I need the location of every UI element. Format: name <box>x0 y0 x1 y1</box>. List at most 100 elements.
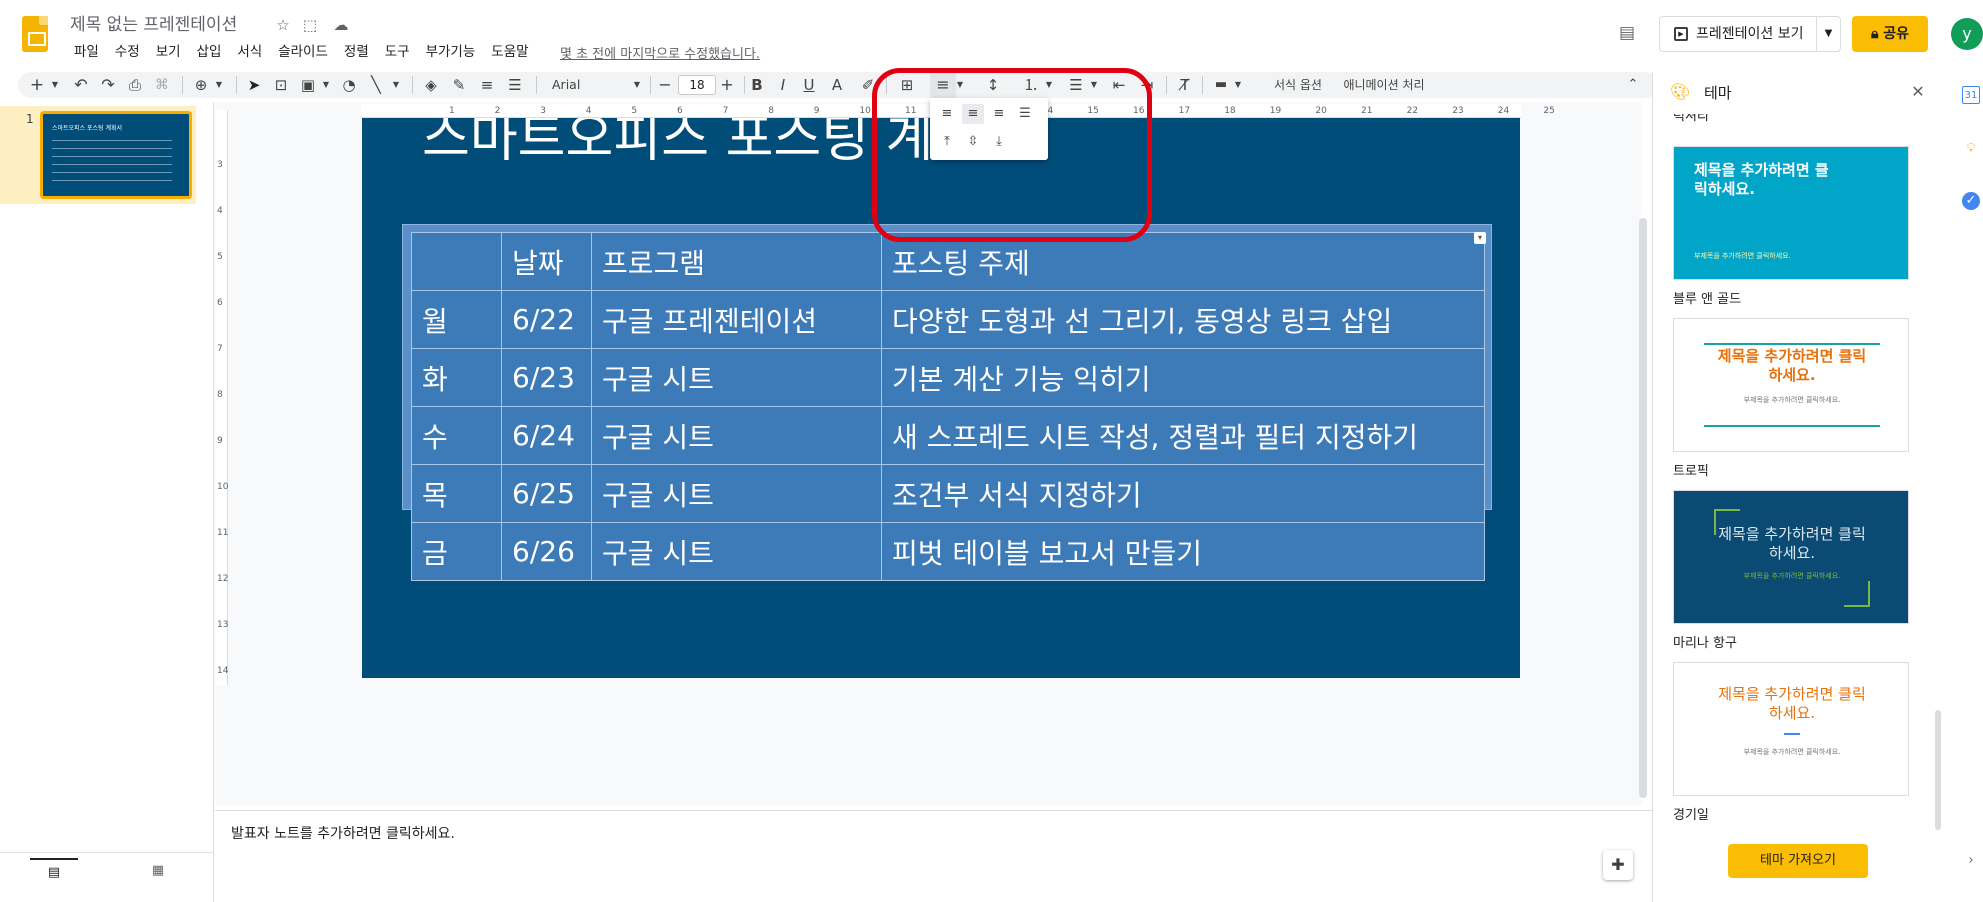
last-edit-link[interactable]: 몇 초 전에 마지막으로 수정했습니다. <box>560 43 760 62</box>
paint-format-icon[interactable]: ⌘ <box>151 72 173 98</box>
font-size-decrease-icon[interactable]: − <box>654 72 676 98</box>
table-cell[interactable]: 기본 계산 기능 익히기 <box>881 348 1485 407</box>
menu-help[interactable]: 도움말 <box>483 41 536 63</box>
table-cell[interactable]: 6/25 <box>501 464 592 523</box>
italic-icon[interactable]: I <box>772 72 794 98</box>
menu-tools[interactable]: 도구 <box>377 41 418 63</box>
table-cell[interactable]: 구글 시트 <box>591 406 882 465</box>
slides-logo-icon[interactable] <box>22 16 48 52</box>
star-icon[interactable]: ☆ <box>272 14 294 36</box>
document-title[interactable]: 제목 없는 프레젠테이션 <box>70 10 237 35</box>
table-cell[interactable] <box>411 232 502 291</box>
comment-history-icon[interactable]: ▤ <box>1614 20 1640 46</box>
table-cell[interactable]: 수 <box>411 406 502 465</box>
table-frame[interactable]: 날짜 프로그램 포스팅 주제 월 6/22 구글 프레젠테이션 다양한 도형과 … <box>402 224 1492 581</box>
table-options-icon[interactable]: ▾ <box>1474 232 1486 244</box>
menu-view[interactable]: 보기 <box>148 41 189 63</box>
new-slide-icon[interactable]: + <box>26 72 48 98</box>
menu-addons[interactable]: 부가기능 <box>418 41 484 63</box>
zoom-dropdown-icon[interactable]: ▼ <box>212 72 226 98</box>
table-cell[interactable]: 금 <box>411 522 502 581</box>
speaker-notes-placeholder[interactable]: 발표자 노트를 추가하려면 클릭하세요. <box>231 823 455 843</box>
theme-card-marina[interactable]: 제목을 추가하려면 클릭하세요. 부제목을 추가하려면 클릭하세요. <box>1673 490 1909 624</box>
new-slide-dropdown-icon[interactable]: ▼ <box>48 72 62 98</box>
font-size-input[interactable]: 18 <box>678 75 716 95</box>
account-avatar[interactable]: y <box>1951 18 1983 50</box>
table-cell[interactable]: 화 <box>411 348 502 407</box>
table-cell[interactable]: 다양한 도형과 선 그리기, 동영상 링크 삽입 <box>881 290 1485 349</box>
table-cell[interactable]: 구글 시트 <box>591 348 882 407</box>
menu-edit[interactable]: 수정 <box>107 41 148 63</box>
table-cell[interactable]: 피벗 테이블 보고서 만들기 <box>881 522 1485 581</box>
vertical-ruler[interactable]: 3 4 5 6 7 8 9 10 11 12 13 14 <box>216 110 228 685</box>
add-note-icon[interactable]: ✚ <box>1603 850 1633 880</box>
grid-view-icon[interactable]: ▦ <box>140 858 176 884</box>
table-cell[interactable]: 구글 시트 <box>591 464 882 523</box>
zoom-icon[interactable]: ⊕ <box>190 72 212 98</box>
present-dropdown-icon[interactable]: ▼ <box>1816 17 1840 51</box>
text-color-icon[interactable]: A <box>826 72 848 98</box>
theme-panel-scrollbar[interactable] <box>1935 710 1941 830</box>
font-family-select[interactable]: Arial <box>552 74 642 96</box>
redo-icon[interactable]: ↷ <box>97 72 119 98</box>
border-dash-icon[interactable]: ☰ <box>504 72 526 98</box>
print-icon[interactable]: ⎙ <box>124 72 146 98</box>
border-color-icon[interactable]: ✎ <box>448 72 470 98</box>
line-dropdown-icon[interactable]: ▼ <box>389 72 403 98</box>
fill-color-icon[interactable]: ◈ <box>420 72 442 98</box>
theme-card-tropic[interactable]: 제목을 추가하려면 클릭하세요. 부제목을 추가하려면 클릭하세요. <box>1673 318 1909 452</box>
table-cell[interactable]: 구글 시트 <box>591 522 882 581</box>
menu-arrange[interactable]: 정렬 <box>336 41 377 63</box>
table-cell[interactable]: 6/26 <box>501 522 592 581</box>
font-dropdown-icon[interactable]: ▼ <box>630 72 644 98</box>
clear-formatting-icon[interactable]: T̸ <box>1174 72 1196 98</box>
table-cell[interactable]: 날짜 <box>501 232 592 291</box>
import-theme-button[interactable]: 테마 가져오기 <box>1728 844 1868 878</box>
table-cell[interactable]: 6/24 <box>501 406 592 465</box>
animation-button[interactable]: 애니메이션 처리 <box>1334 72 1434 98</box>
line-icon[interactable]: ╲ <box>365 72 387 98</box>
table-cell[interactable]: 목 <box>411 464 502 523</box>
shape-icon[interactable]: ◔ <box>338 72 360 98</box>
share-button[interactable]: 🔒︎ 공유 <box>1852 16 1928 52</box>
menu-file[interactable]: 파일 <box>66 41 107 63</box>
filmstrip-view-icon[interactable]: ▤ <box>30 858 78 884</box>
table-cell[interactable]: 새 스프레드 시트 작성, 정렬과 필터 지정하기 <box>881 406 1485 465</box>
table-cell[interactable]: 6/23 <box>501 348 592 407</box>
underline-icon[interactable]: U <box>798 72 820 98</box>
ruler-h-label: 19 <box>1269 106 1282 116</box>
close-icon[interactable]: ✕ <box>1908 82 1928 102</box>
collapse-toolbar-icon[interactable]: ⌃ <box>1622 72 1644 98</box>
theme-card-blue-gold[interactable]: 제목을 추가하려면 클릭하세요. 부제목을 추가하려면 클릭하세요. <box>1673 146 1909 280</box>
schedule-table[interactable]: 날짜 프로그램 포스팅 주제 월 6/22 구글 프레젠테이션 다양한 도형과 … <box>411 232 1485 581</box>
table-cell[interactable]: 월 <box>411 290 502 349</box>
slide-title[interactable]: 스마트오피스 포스팅 계 <box>422 118 933 171</box>
move-folder-icon[interactable]: ⬚ <box>299 14 321 36</box>
bold-icon[interactable]: B <box>746 72 768 98</box>
format-options-button[interactable]: 서식 옵션 <box>1262 72 1334 98</box>
keyboard-input-icon[interactable]: ▬ <box>1210 72 1232 98</box>
table-cell[interactable]: 프로그램 <box>591 232 882 291</box>
menu-insert[interactable]: 삽입 <box>189 41 230 63</box>
menu-slide[interactable]: 슬라이드 <box>270 41 336 63</box>
table-cell[interactable]: 6/22 <box>501 290 592 349</box>
image-icon[interactable]: ▣ <box>297 72 319 98</box>
select-cursor-icon[interactable]: ➤ <box>243 72 265 98</box>
image-dropdown-icon[interactable]: ▼ <box>319 72 333 98</box>
present-button[interactable]: ▶ 프레젠테이션 보기 ▼ <box>1659 16 1841 52</box>
table-cell[interactable]: 구글 프레젠테이션 <box>591 290 882 349</box>
text-box-icon[interactable]: ⊡ <box>270 72 292 98</box>
keep-icon[interactable]: 💡︎ <box>1962 140 1980 158</box>
border-weight-icon[interactable]: ≡ <box>476 72 498 98</box>
input-tools-dropdown-icon[interactable]: ▼ <box>1232 72 1244 98</box>
slide-thumbnail[interactable]: 스마트오피스 포스팅 계획서 <box>40 111 192 199</box>
font-size-increase-icon[interactable]: + <box>716 72 738 98</box>
menu-format[interactable]: 서식 <box>229 41 270 63</box>
calendar-icon[interactable]: 31 <box>1962 86 1980 104</box>
theme-card-game-day[interactable]: 제목을 추가하려면 클릭하세요. 부제목을 추가하려면 클릭하세요. <box>1673 662 1909 796</box>
canvas-scrollbar[interactable] <box>1639 218 1647 798</box>
expand-rail-icon[interactable]: › <box>1962 852 1980 870</box>
undo-icon[interactable]: ↶ <box>70 72 92 98</box>
table-cell[interactable]: 조건부 서식 지정하기 <box>881 464 1485 523</box>
tasks-icon[interactable]: ✓ <box>1962 192 1980 210</box>
